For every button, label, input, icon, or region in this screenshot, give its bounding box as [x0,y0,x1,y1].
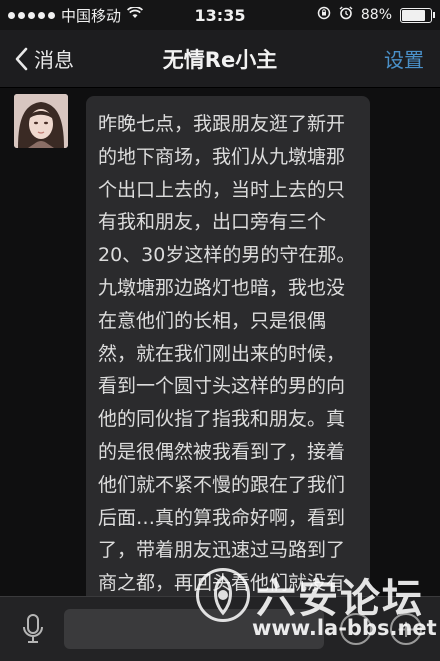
wifi-icon [126,6,144,23]
battery-icon [400,7,435,23]
battery-percent: 88% [360,7,392,23]
voice-input-button[interactable] [18,612,48,646]
orientation-lock-icon [317,6,331,24]
back-button[interactable]: 消息 [14,44,74,73]
message-bubble[interactable]: 昨晚七点，我跟朋友逛了新开的地下商场，我们从九墩塘那个出口上去的，当时上去的只有… [86,96,370,596]
alarm-icon [339,6,353,24]
signal-strength-icon [8,11,55,19]
carrier-name: 中国移动 [61,6,122,25]
microphone-icon [23,614,43,643]
status-bar: 中国移动 13:35 88% [0,0,440,30]
plus-icon[interactable]: + [390,613,422,645]
avatar[interactable] [14,94,68,148]
message-text: 昨晚七点，我跟朋友逛了新开的地下商场，我们从九墩塘那个出口上去的，当时上去的只有… [98,113,356,595]
navigation-bar: 消息 无情Re小主 设置 [0,30,440,88]
input-bar: + [0,596,440,661]
message-input[interactable] [64,609,324,649]
chevron-left-icon [15,47,28,70]
emoji-icon[interactable] [340,613,372,645]
chat-area[interactable]: 昨晚七点，我跟朋友逛了新开的地下商场，我们从九墩塘那个出口上去的，当时上去的只有… [0,88,440,596]
settings-button[interactable]: 设置 [384,44,424,73]
back-button-label: 消息 [34,48,74,72]
